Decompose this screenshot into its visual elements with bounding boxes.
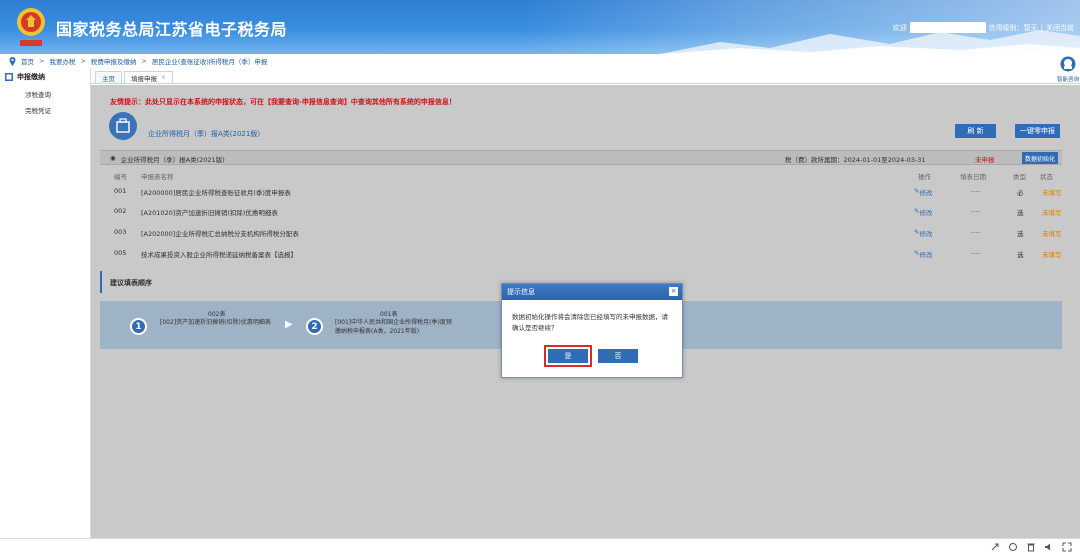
table-header: 编号 申报表名称 操作 填表日期 类型 状态 [100,169,1062,181]
col-code: 编号 [114,173,127,181]
col-name: 申报表名称 [141,173,174,181]
breadcrumb-home[interactable]: 首页 [21,56,34,66]
form-title: 企业所得税月（季）报A类(2021版) [148,130,261,138]
menu-grid-icon [5,73,13,81]
confirm-yes-button[interactable]: 是 [544,345,592,367]
col-date: 填表日期 [960,173,986,181]
smart-consult-icon[interactable] [1060,56,1076,72]
confirm-no-button[interactable]: 否 [598,349,638,363]
dialog-header: 提示信息 × [502,284,682,300]
table-row: 002 [A201020]资产加速折旧摊销(扣除)优惠明细表 ✎ 修改 ----… [114,207,1062,217]
dialog-message: 数据初始化操作将会清除您已经填写的未申报数据，请确认是否继续？ [512,313,668,332]
dialog-close-icon[interactable]: × [669,287,678,296]
breadcrumb-current: 居民企业(查账征收)所得税月（季）申报 [151,58,268,66]
rocket-icon[interactable] [990,542,1000,552]
tax-emblem-icon [17,8,45,46]
welcome-label: 欢迎 [892,23,907,32]
step-number: 2 [306,318,323,335]
tax-period: 税（费）款所属期：2024-01-01至2024-03-31 [785,156,926,164]
site-title: 国家税务总局江苏省电子税务局 [56,20,288,39]
section-header[interactable]: ◉ 企业所得税月（季）报A类(2021版) [110,154,225,164]
bottom-toolbar [0,538,1080,555]
table-row: 003 [A202000]企业所得税汇总纳税分支机构所得税分配表 ✎ 修改 --… [114,228,1062,238]
step-number: 1 [130,318,147,335]
edit-link[interactable]: ✎ 修改 [914,228,932,238]
credit-level: 信用级别：暂无 [988,23,1038,32]
sidebar-header[interactable]: 申报缴纳 [0,68,90,86]
step-arrow-icon: ▶ [285,319,293,330]
col-type: 类型 [1013,173,1026,181]
breadcrumb: 首页 > 我要办税 > 税费申报及缴纳 > 居民企业(查账征收)所得税月（季）申… [0,54,1080,68]
refresh-icon[interactable] [1008,542,1018,552]
smart-consult-label[interactable]: 智能咨询 [1057,75,1079,83]
suggested-order-title: 建议填表顺序 [110,279,152,287]
friendly-tip: 友情提示：此处只显示在本系统的申报状态，可在【我要查询-申报信息查询】中查询其他… [110,98,456,106]
sidebar: 申报缴纳 涉税查询 完税凭证 [0,68,91,538]
declare-status: 未申报 [975,156,995,164]
sidebar-item-tax-query[interactable]: 涉税查询 [0,86,90,102]
username-mask [909,22,986,33]
volume-icon[interactable] [1044,542,1054,552]
tab-declaration[interactable]: 填报申报 × [124,71,174,83]
col-op: 操作 [918,173,931,181]
section-title: 企业所得税月（季）报A类(2021版) [120,156,225,164]
data-init-button[interactable]: 数据初始化 [1022,152,1058,164]
edit-link[interactable]: ✎ 修改 [914,207,932,217]
sidebar-item-tax-certificate[interactable]: 完税凭证 [0,102,90,118]
tab-close-icon[interactable]: × [161,74,166,81]
breadcrumb-level-2[interactable]: 税费申报及缴纳 [91,56,137,66]
site-header: 国家税务总局江苏省电子税务局 欢迎 信用级别：暂无 | 关闭当前 [0,0,1080,54]
confirm-dialog: 提示信息 × 数据初始化操作将会清除您已经填写的未申报数据，请确认是否继续？ 是… [501,283,683,378]
one-key-zero-declare-button[interactable]: 一键零申报 [1015,124,1060,138]
form-briefcase-icon [109,112,137,140]
close-current-link[interactable]: 关闭当前 [1046,23,1074,33]
table-row: 001 [A200000]居民企业所得税查账征收月(季)度申报表 ✎ 修改 --… [114,187,1062,197]
header-user-area: 欢迎 信用级别：暂无 | 关闭当前 [892,22,1074,33]
tab-home[interactable]: 主页 [95,71,122,83]
tab-home-label: 主页 [102,74,115,83]
breadcrumb-level-1[interactable]: 我要办税 [49,56,75,66]
col-state: 状态 [1040,173,1053,181]
edit-link[interactable]: ✎ 修改 [914,187,932,197]
step-link[interactable]: [002]资产加速折旧摊销(扣除)优惠明细表 [160,318,278,327]
sidebar-title: 申报缴纳 [17,73,45,81]
step-sub-label: 002表 [208,311,226,318]
refresh-button[interactable]: 刷 新 [955,124,996,138]
tab-declaration-label: 填报申报 [131,74,157,83]
fullscreen-icon[interactable] [1062,542,1072,552]
tab-bar: 主页 填报申报 × [91,70,1080,84]
location-pin-icon [9,56,16,66]
table-row: 005 技术成果投资入股企业所得税递延纳税备案表【选报】 ✎ 修改 ---- 选… [114,249,1062,259]
section-bar: ◉ 企业所得税月（季）报A类(2021版) 税（费）款所属期：2024-01-0… [100,150,1062,165]
dialog-buttons: 是 否 [502,345,684,367]
step-link[interactable]: [001]中华人民共和国企业所得税月(季)度预缴纳税申报表(A类，2021年版) [335,318,453,336]
step-sub-label: 001表 [380,311,398,318]
trash-icon[interactable] [1026,542,1036,552]
collapse-toggle-icon[interactable]: ◉ [110,154,116,164]
dialog-title: 提示信息 [507,288,535,296]
edit-link[interactable]: ✎ 修改 [914,249,932,259]
